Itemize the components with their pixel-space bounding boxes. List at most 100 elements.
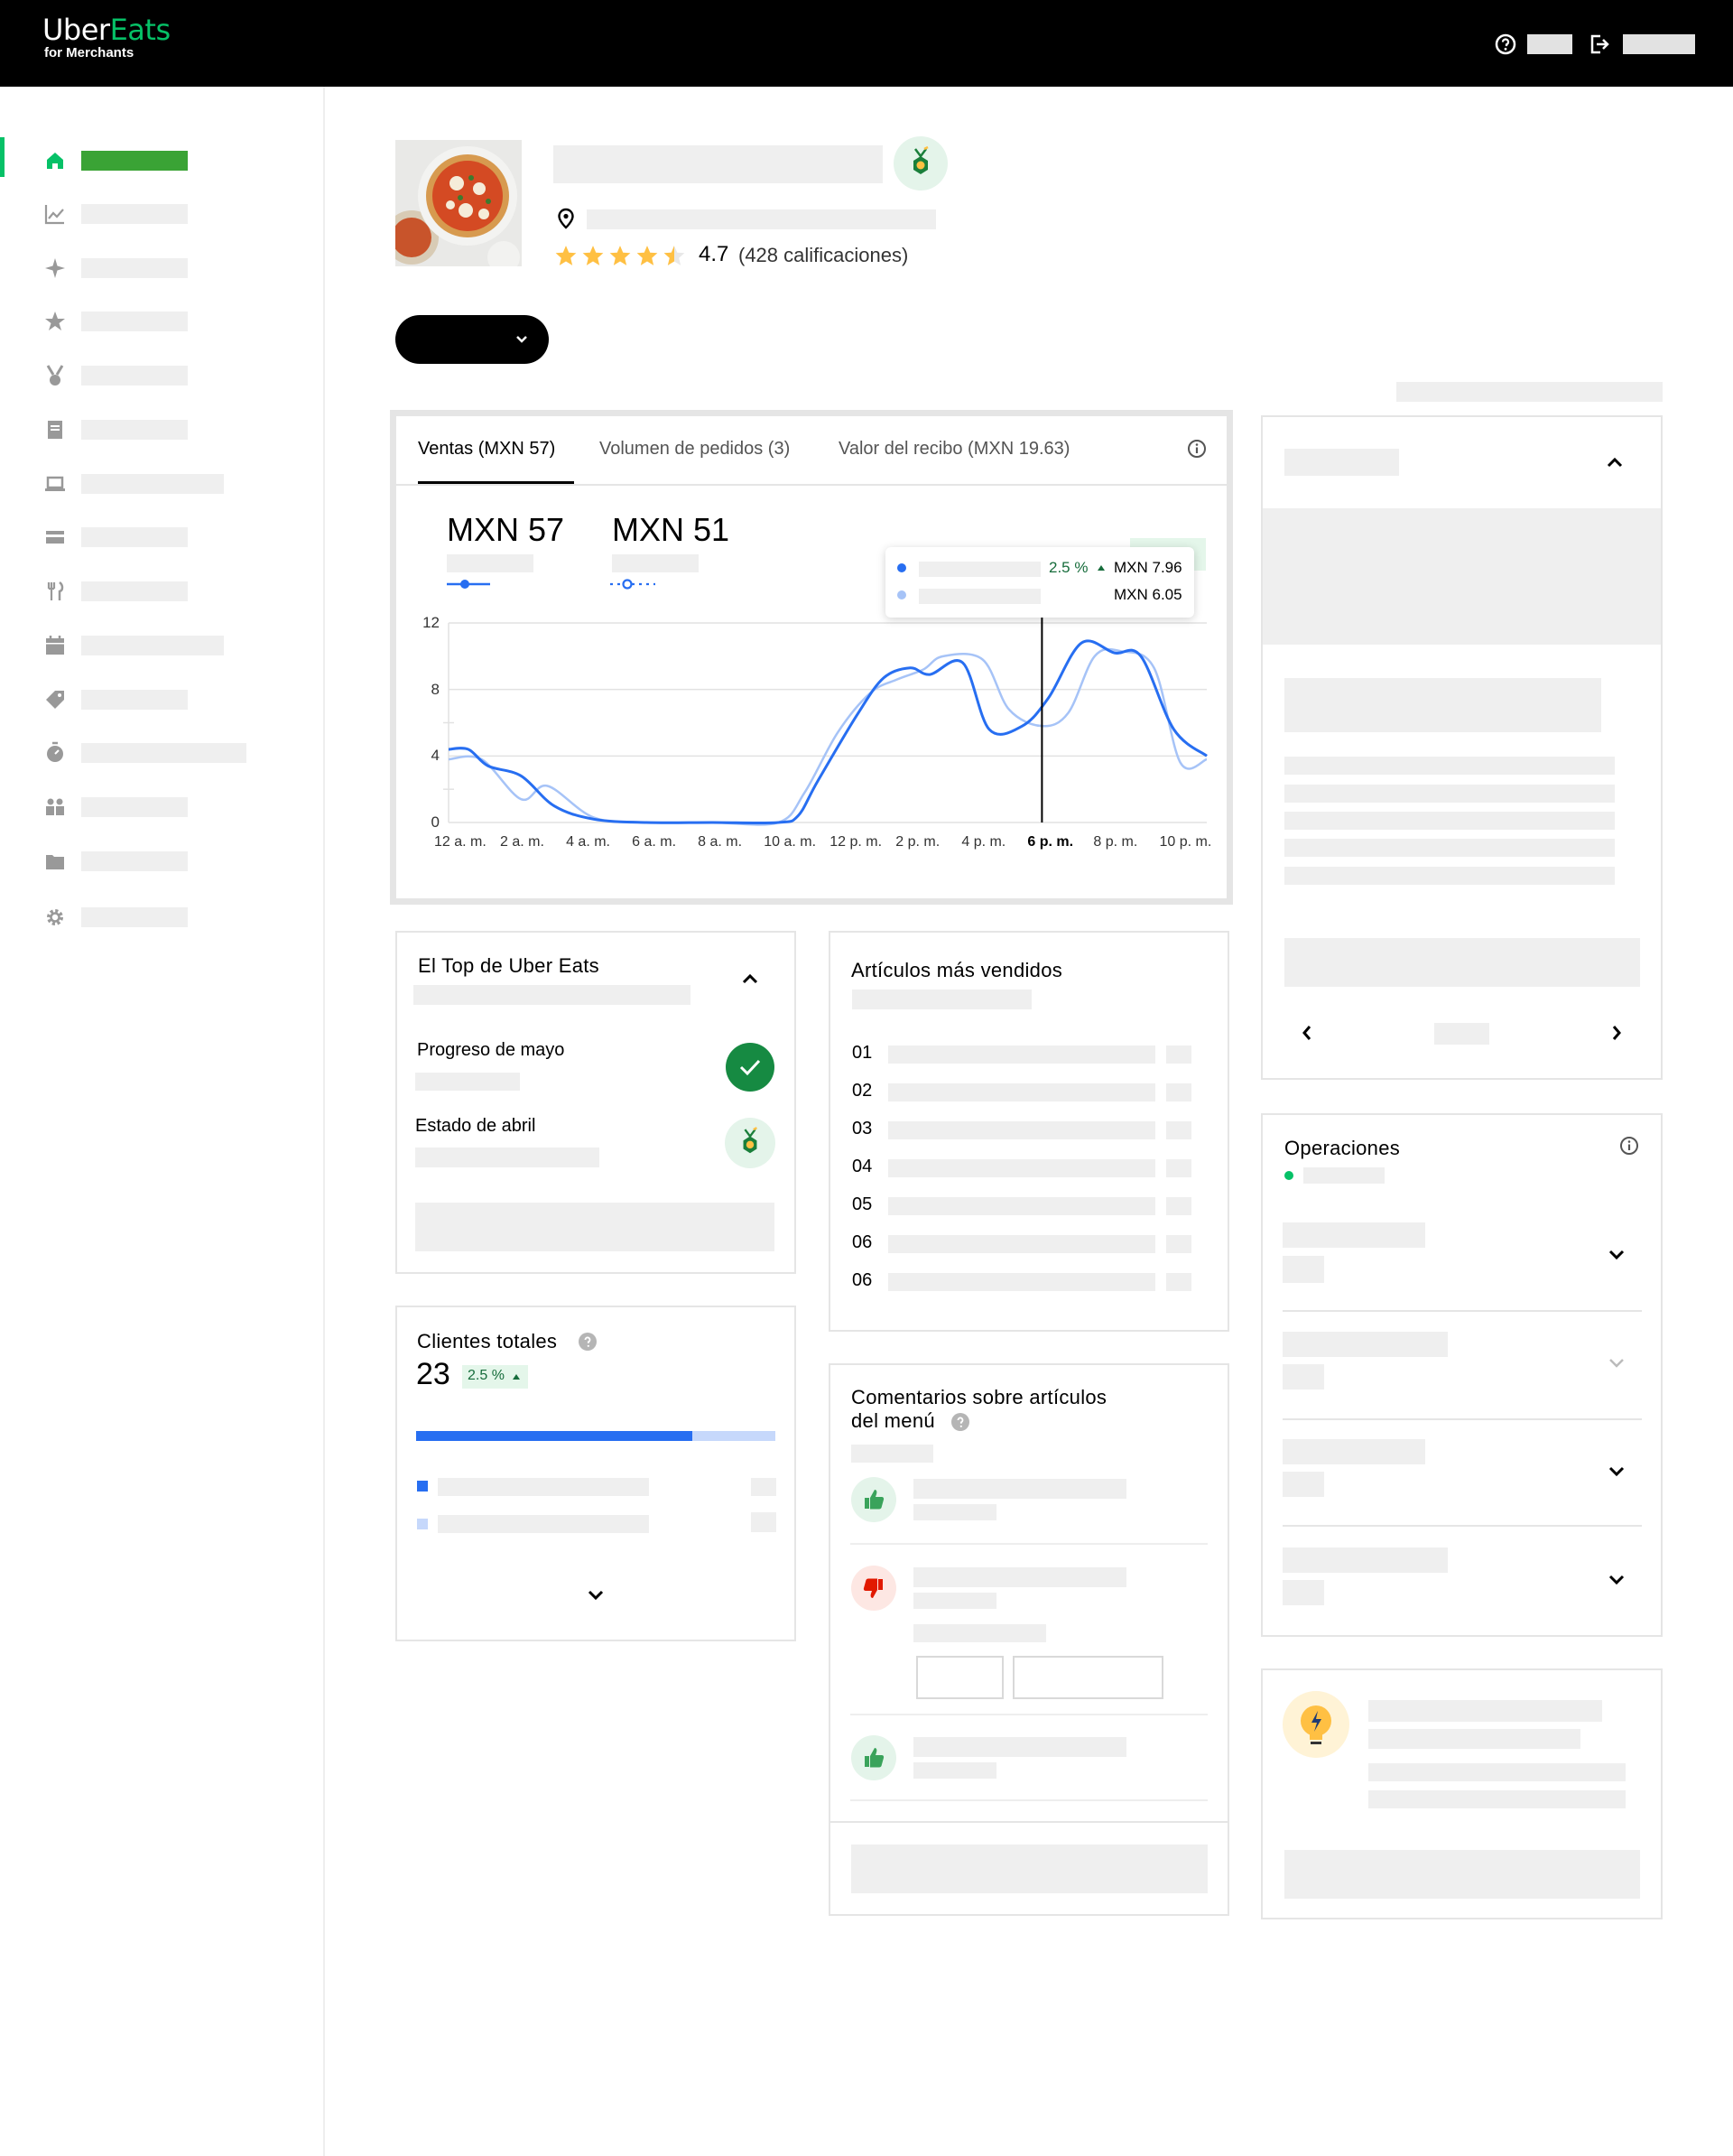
sidebar-item-hours[interactable]	[81, 636, 224, 655]
feedback-item-1-title-placeholder	[913, 1479, 1126, 1499]
sidebar-item-menu[interactable]	[81, 581, 188, 601]
feedback-item-3-title-placeholder	[913, 1737, 1126, 1757]
sidebar-item-orders[interactable]	[81, 420, 188, 440]
menu-feedback-button-placeholder[interactable]	[851, 1845, 1208, 1893]
top-eats-subtitle-placeholder	[413, 985, 690, 1005]
chevron-down-icon[interactable]	[1607, 1354, 1626, 1372]
sales-line-chart[interactable]	[397, 596, 1219, 867]
chevron-up-icon[interactable]	[1605, 453, 1625, 471]
customers-change: 2.5 %	[468, 1368, 505, 1383]
announcement-button-placeholder[interactable]	[1284, 938, 1640, 987]
sidebar-item-reviews[interactable]	[81, 311, 188, 331]
date-range-placeholder[interactable]	[1396, 382, 1663, 402]
tab-sales[interactable]: Ventas (MXN 57)	[418, 439, 555, 460]
tip-button-placeholder[interactable]	[1284, 1850, 1640, 1899]
best-seller-rank: 05	[852, 1194, 873, 1214]
chevron-down-icon[interactable]	[586, 1586, 606, 1604]
info-icon[interactable]	[1619, 1136, 1639, 1156]
top-eats-button-placeholder[interactable]	[415, 1203, 774, 1251]
divider	[850, 1799, 1208, 1801]
logout-icon[interactable]	[1588, 33, 1611, 56]
sidebar-item-online[interactable]	[81, 474, 224, 494]
best-seller-item-placeholder[interactable]	[888, 1197, 1155, 1215]
help-circle-icon[interactable]	[950, 1412, 970, 1432]
operations-row-4-value-placeholder	[1283, 1580, 1324, 1605]
best-seller-value-placeholder	[1166, 1197, 1191, 1215]
best-seller-item-placeholder[interactable]	[888, 1235, 1155, 1253]
receipt-icon[interactable]	[42, 416, 69, 443]
feedback-item-2-meta-placeholder	[913, 1593, 996, 1609]
sidebar-item-top-eats[interactable]	[81, 366, 188, 386]
star-full-icon	[555, 246, 577, 265]
chevron-down-icon[interactable]	[1607, 1246, 1626, 1264]
sidebar-item-settings[interactable]	[81, 907, 188, 927]
chevron-down-icon[interactable]	[1607, 1571, 1626, 1589]
feedback-action-button-1[interactable]	[916, 1656, 1004, 1699]
feedback-action-button-2[interactable]	[1013, 1656, 1163, 1699]
best-seller-item-placeholder[interactable]	[888, 1121, 1155, 1139]
tab-receipt-value[interactable]: Valor del recibo (MXN 19.63)	[839, 439, 1070, 460]
utensils-icon[interactable]	[42, 578, 69, 605]
card-icon[interactable]	[42, 524, 69, 551]
best-seller-item-placeholder[interactable]	[888, 1045, 1155, 1064]
chart-icon[interactable]	[42, 200, 69, 228]
medal-icon[interactable]	[42, 362, 69, 389]
tooltip-primary-label-placeholder	[919, 562, 1041, 577]
store-name-placeholder	[553, 145, 883, 183]
x-tick-label: 8 p. m.	[1093, 834, 1138, 850]
sidebar-item-users[interactable]	[81, 797, 188, 817]
logo[interactable]: UberEats	[42, 13, 171, 47]
new-customers-value-placeholder	[751, 1478, 776, 1496]
home-icon[interactable]	[42, 147, 69, 174]
tip-title-placeholder	[1368, 1700, 1602, 1722]
chevron-left-icon[interactable]	[1300, 1023, 1314, 1043]
info-icon[interactable]	[1187, 439, 1207, 459]
x-tick-label: 4 p. m.	[961, 834, 1006, 850]
tab-order-volume[interactable]: Volumen de pedidos (3)	[599, 439, 790, 460]
calendar-icon[interactable]	[42, 632, 69, 659]
series-secondary-line[interactable]	[448, 647, 1208, 826]
user-name-placeholder[interactable]	[1527, 34, 1572, 54]
tag-icon[interactable]	[42, 686, 69, 713]
announcement-text-line	[1284, 812, 1615, 830]
y-tick-label: 12	[422, 614, 440, 631]
thumbs-up-icon	[851, 1735, 896, 1780]
help-circle-icon[interactable]	[578, 1332, 598, 1352]
sidebar-item-documents[interactable]	[81, 851, 188, 871]
sidebar-item-payments[interactable]	[81, 527, 188, 547]
tip-text-line	[1368, 1763, 1626, 1781]
sidebar-item-promotions[interactable]	[81, 690, 188, 710]
check-circle-icon	[726, 1043, 774, 1092]
gear-icon[interactable]	[42, 904, 69, 931]
x-tick-label: 12 a. m.	[434, 834, 487, 850]
sidebar-item-performance[interactable]	[81, 743, 246, 763]
sidebar-item-home[interactable]	[81, 151, 188, 171]
divider	[1283, 1310, 1642, 1312]
timer-icon[interactable]	[42, 739, 69, 767]
tooltip-change: 2.5 %	[1049, 559, 1089, 576]
operations-row-2-label-placeholder	[1283, 1332, 1448, 1357]
best-seller-item-placeholder[interactable]	[888, 1159, 1155, 1177]
folder-icon[interactable]	[42, 848, 69, 875]
laptop-icon[interactable]	[42, 470, 69, 497]
status-dot	[1284, 1171, 1293, 1180]
sidebar-item-analytics[interactable]	[81, 204, 188, 224]
operations-row-2-value-placeholder	[1283, 1364, 1324, 1389]
best-seller-value-placeholder	[1166, 1121, 1191, 1139]
chevron-up-icon[interactable]	[740, 970, 760, 988]
thumbs-down-icon	[851, 1566, 896, 1611]
sidebar-item-insights[interactable]	[81, 258, 188, 278]
best-seller-item-placeholder[interactable]	[888, 1273, 1155, 1291]
operations-row-3-value-placeholder	[1283, 1472, 1324, 1497]
chevron-down-icon[interactable]	[1607, 1463, 1626, 1481]
best-seller-item-placeholder[interactable]	[888, 1083, 1155, 1101]
chevron-right-icon[interactable]	[1609, 1023, 1624, 1043]
store-selector-dropdown[interactable]	[395, 315, 549, 364]
star-icon[interactable]	[42, 308, 69, 335]
logout-label-placeholder[interactable]	[1623, 34, 1695, 54]
team-icon[interactable]	[42, 794, 69, 821]
help-icon[interactable]	[1494, 33, 1517, 56]
top-bar: UberEats for Merchants	[0, 0, 1733, 87]
sparkle-icon[interactable]	[42, 255, 69, 282]
best-seller-rank: 06	[852, 1232, 873, 1252]
